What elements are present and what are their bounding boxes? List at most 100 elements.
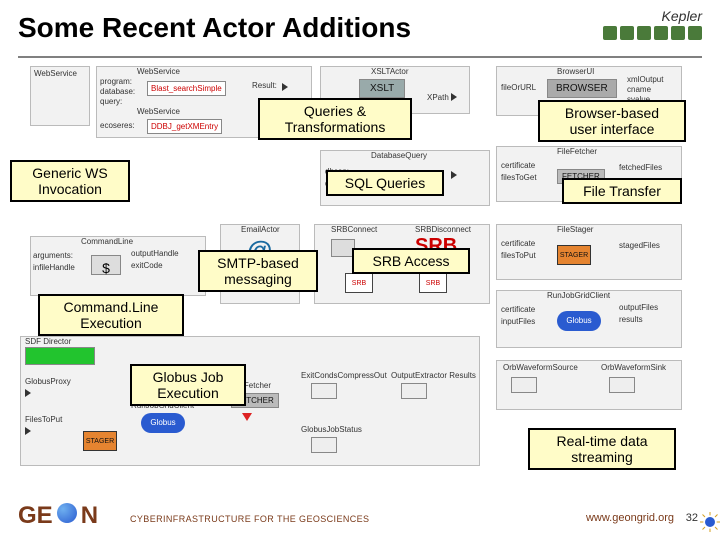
geon-g: GE (18, 502, 53, 530)
label: RunJobGridClient (547, 291, 610, 300)
label: FileStager (557, 225, 593, 234)
callout-text: Globus Job Execution (153, 369, 224, 401)
label: OrbWaveformSink (601, 363, 666, 372)
label: certificate (501, 239, 535, 248)
panel-runjob: RunJobGridClient certificate inputFiles … (496, 290, 682, 348)
label: filesToGet (501, 173, 537, 182)
port-icon (451, 171, 457, 179)
title-rule (18, 56, 702, 58)
triangle-icon (242, 413, 252, 421)
box-icon (311, 437, 337, 453)
label: xmlOutput (627, 75, 663, 84)
slide: Some Recent Actor Additions Kepler WebSe… (0, 0, 720, 540)
sdf-director-icon (25, 347, 95, 365)
srb-box: SRB (419, 273, 447, 293)
nsf-logo (700, 512, 720, 532)
label: database: (100, 87, 135, 96)
kepler-logo-text: Kepler (662, 8, 702, 24)
callout-cmdline: Command.Line Execution (38, 294, 184, 336)
label: outputHandle (131, 249, 179, 258)
label: GlobusProxy (25, 377, 71, 386)
label: WebService (137, 107, 180, 116)
label: infileHandle (33, 263, 75, 272)
footer-url: www.geongrid.org (586, 512, 674, 524)
stager-box: STAGER (83, 431, 117, 451)
panel-cmdline: CommandLine arguments: infileHandle $ ou… (30, 236, 206, 296)
label: cname (627, 85, 651, 94)
callout-text: SQL Queries (345, 175, 425, 191)
label: XPath (427, 93, 449, 102)
port-icon (25, 389, 31, 397)
label: SRBDisconnect (415, 225, 471, 234)
callout-sql-queries: SQL Queries (326, 170, 444, 196)
box-icon (401, 383, 427, 399)
footer: GE N CYBERINFRASTRUCTURE FOR THE GEOSCIE… (0, 500, 720, 534)
actor-xslt: XSLT (359, 79, 405, 98)
panel-orb: OrbWaveformSource OrbWaveformSink (496, 360, 682, 410)
dollar-icon: $ (91, 255, 121, 275)
actor-blast: Blast_searchSimple (147, 81, 226, 96)
kepler-logo: Kepler (582, 8, 702, 52)
callout-text: File Transfer (583, 183, 661, 199)
label: program: (100, 77, 132, 86)
actor-ddbj: DDBJ_getXMEntry (147, 119, 222, 134)
callout-text: Real-time data streaming (556, 433, 647, 465)
port-icon (282, 83, 288, 91)
label: CommandLine (81, 237, 133, 246)
label: certificate (501, 161, 535, 170)
label: results (619, 315, 643, 324)
panel-ws-left: WebService (30, 66, 90, 126)
srb-box: SRB (345, 273, 373, 293)
footer-tagline: CYBERINFRASTRUCTURE FOR THE GEOSCIENCES (130, 514, 369, 524)
label: BrowserUI (557, 67, 594, 76)
callout-browser-ui: Browser-based user interface (538, 100, 686, 142)
globus-box: Globus (557, 311, 601, 331)
callout-srb-access: SRB Access (352, 248, 470, 274)
label: fetchedFiles (619, 163, 662, 172)
geon-n: N (81, 502, 98, 530)
port-icon (451, 93, 457, 101)
label: arguments: (33, 251, 73, 260)
actor-browser: BROWSER (547, 79, 617, 98)
box-icon (311, 383, 337, 399)
label: DatabaseQuery (371, 151, 427, 160)
label: fileOrURL (501, 83, 536, 92)
callout-queries-transformations: Queries & Transformations (258, 98, 412, 140)
label: outputFiles (619, 303, 658, 312)
kepler-logo-blocks (603, 26, 702, 40)
label: filesToPut (501, 251, 536, 260)
label: WebService (34, 69, 77, 78)
label: ecoseres: (100, 121, 135, 130)
callout-text: Queries & Transformations (285, 103, 386, 135)
label: OutputExtractor Results (391, 371, 476, 380)
label: stagedFiles (619, 241, 660, 250)
label: ExitCondsCompressOut (301, 371, 387, 380)
box-icon (511, 377, 537, 393)
diagram-canvas: WebService WebService program: database:… (0, 60, 720, 496)
callout-text: Browser-based user interface (565, 105, 659, 137)
port-icon (25, 427, 31, 435)
callout-generic-ws: Generic WS Invocation (10, 160, 130, 202)
box-icon (609, 377, 635, 393)
panel-filestager: FileStager certificate filesToPut STAGER… (496, 224, 682, 280)
geon-logo: GE N (18, 502, 98, 530)
label: OrbWaveformSource (503, 363, 578, 372)
label: SRBConnect (331, 225, 377, 234)
callout-file-transfer: File Transfer (562, 178, 682, 204)
callout-realtime: Real-time data streaming (528, 428, 676, 470)
callout-text: SMTP-based messaging (217, 255, 299, 287)
label: EmailActor (241, 225, 280, 234)
callout-text: Generic WS Invocation (32, 165, 107, 197)
stager-box: STAGER (557, 245, 591, 265)
label: query: (100, 97, 122, 106)
label: XSLTActor (371, 67, 409, 76)
label: inputFiles (501, 317, 535, 326)
page-number: 32 (686, 512, 698, 524)
label: FilesToPut (25, 415, 62, 424)
callout-globus: Globus Job Execution (130, 364, 246, 406)
globus-box: Globus (141, 413, 185, 433)
callout-text: SRB Access (372, 253, 449, 269)
label: FileFetcher (557, 147, 597, 156)
label: SDF Director (25, 337, 71, 346)
label: Result: (252, 81, 277, 90)
